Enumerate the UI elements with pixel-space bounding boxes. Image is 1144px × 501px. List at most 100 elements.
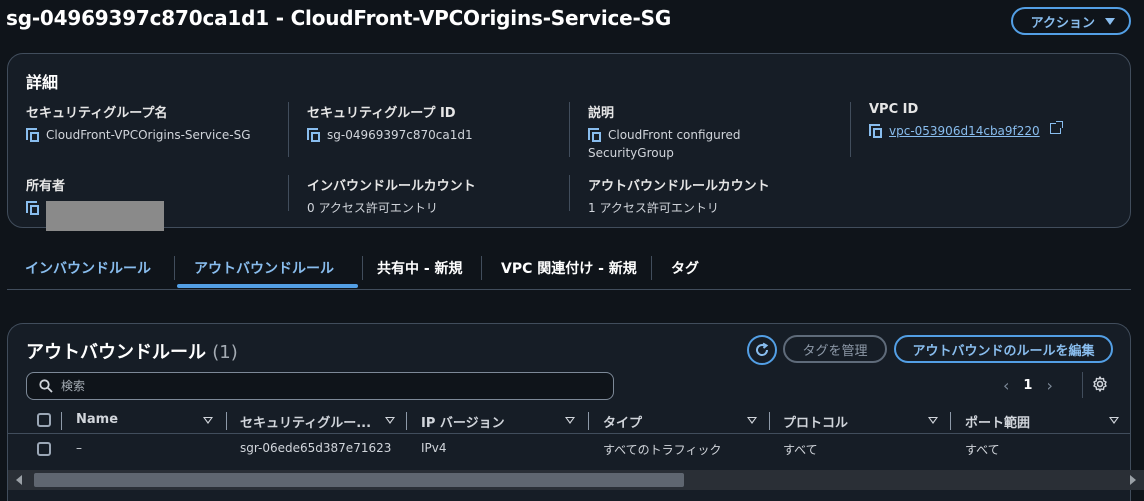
sort-icon[interactable] xyxy=(747,417,757,424)
redacted-owner xyxy=(46,201,164,231)
column-divider xyxy=(950,412,951,430)
tab-divider xyxy=(651,256,652,280)
panel-title: アウトバウンドルール (1) xyxy=(26,338,238,364)
security-group-page: sg-04969397c870ca1d1 - CloudFront-VPCOri… xyxy=(0,0,1144,501)
gear-icon xyxy=(1093,376,1107,392)
sg-id-value: sg-04969397c870ca1d1 xyxy=(327,128,473,142)
actions-button-label: アクション xyxy=(1030,15,1095,31)
inbound-count-field: インバウンドルールカウント 0 アクセス許可エントリ xyxy=(307,175,476,217)
copy-icon[interactable] xyxy=(869,124,883,138)
divider xyxy=(288,102,289,157)
outbound-count-value: 1 アクセス許可エントリ xyxy=(588,201,719,215)
page-title: sg-04969397c870ca1d1 - CloudFront-VPCOri… xyxy=(6,6,672,30)
description-line1: CloudFront configured xyxy=(608,128,741,142)
owner-label: 所有者 xyxy=(26,179,66,194)
outbound-count-field: アウトバウンドルールカウント 1 アクセス許可エントリ xyxy=(588,175,770,217)
column-divider xyxy=(588,412,589,430)
sg-name-value-row: CloudFront-VPCOrigins-Service-SG xyxy=(26,126,251,144)
edit-outbound-rules-button[interactable]: アウトバウンドのルールを編集 xyxy=(894,335,1113,363)
tab-sharing[interactable]: 共有中 - 新規 xyxy=(377,258,463,278)
tab-divider xyxy=(174,256,175,280)
settings-gear-icon[interactable] xyxy=(1092,376,1108,396)
rule-count: (1) xyxy=(212,342,238,363)
tab-outbound-rules[interactable]: アウトバウンドルール xyxy=(194,258,334,278)
divider xyxy=(569,175,570,211)
active-tab-indicator xyxy=(177,284,358,288)
sort-icon[interactable] xyxy=(385,417,395,424)
sg-id-label: セキュリティグループ ID xyxy=(307,106,456,121)
copy-icon[interactable] xyxy=(26,201,40,215)
manage-tags-button[interactable]: タグを管理 xyxy=(783,335,887,363)
tab-divider xyxy=(362,256,363,280)
description-line2: SecurityGroup xyxy=(588,146,674,160)
external-link-icon xyxy=(1049,121,1063,134)
outbound-rules-panel: アウトバウンドルール (1) タグを管理 アウトバウンドのルールを編集 ‹ 1 … xyxy=(7,323,1144,501)
column-header-port-range[interactable]: ポート範囲 xyxy=(965,412,1030,431)
scroll-thumb[interactable] xyxy=(34,473,684,487)
copy-icon[interactable] xyxy=(26,128,40,142)
select-all-checkbox[interactable] xyxy=(37,413,51,427)
prev-page-icon[interactable]: ‹ xyxy=(1003,376,1009,395)
divider xyxy=(288,175,289,211)
sort-icon[interactable] xyxy=(1109,417,1119,424)
copy-icon[interactable] xyxy=(588,128,602,142)
next-page-icon[interactable]: › xyxy=(1046,376,1052,395)
actions-button[interactable]: アクション xyxy=(1010,7,1131,35)
scroll-right-icon[interactable] xyxy=(1130,475,1136,485)
panel-title-text: アウトバウンドルール xyxy=(26,342,206,363)
column-divider xyxy=(226,412,227,430)
outbound-count-label: アウトバウンドルールカウント xyxy=(588,179,770,194)
sg-name-label: セキュリティグループ名 xyxy=(26,106,168,121)
cell-port-range: すべて xyxy=(965,443,1000,457)
details-heading: 詳細 xyxy=(26,73,59,92)
description-label: 説明 xyxy=(588,106,615,121)
search-input[interactable] xyxy=(61,379,561,393)
column-header-protocol[interactable]: プロトコル xyxy=(783,412,848,431)
vpc-id-field: VPC ID vpc-053906d14cba9f220 xyxy=(869,102,1063,140)
owner-field: 所有者 xyxy=(26,175,164,231)
details-panel: 詳細 セキュリティグループ名 CloudFront-VPCOrigins-Ser… xyxy=(7,53,1131,231)
table-header: Name セキュリティグルー... IP バージョン タイプ プロトコル ポート… xyxy=(8,408,1130,434)
horizontal-scrollbar[interactable] xyxy=(8,470,1144,490)
column-header-type[interactable]: タイプ xyxy=(603,412,642,431)
sort-icon[interactable] xyxy=(928,417,938,424)
column-divider xyxy=(61,412,62,430)
cell-name: – xyxy=(76,441,82,455)
cell-rule-id: sgr-06ede65d387e71623 xyxy=(240,441,392,455)
cell-ip-version: IPv4 xyxy=(421,441,447,455)
tab-tags[interactable]: タグ xyxy=(671,258,699,278)
table-row[interactable]: – sgr-06ede65d387e71623 IPv4 すべてのトラフィック … xyxy=(8,435,1130,463)
cell-protocol: すべて xyxy=(783,443,818,457)
tab-bar: インバウンドルール アウトバウンドルール 共有中 - 新規 VPC 関連付け -… xyxy=(7,250,1131,290)
search-box[interactable] xyxy=(26,372,614,400)
refresh-icon xyxy=(756,342,769,356)
caret-down-icon xyxy=(1105,17,1115,25)
column-header-ip-version[interactable]: IP バージョン xyxy=(421,412,505,431)
tab-vpc-associations[interactable]: VPC 関連付け - 新規 xyxy=(501,258,637,278)
owner-value-row xyxy=(26,199,164,231)
column-divider xyxy=(769,412,770,430)
inbound-count-label: インバウンドルールカウント xyxy=(307,179,476,194)
description-field: 説明 CloudFront configured SecurityGroup xyxy=(588,102,740,162)
divider xyxy=(569,102,570,157)
sg-id-value-row: sg-04969397c870ca1d1 xyxy=(307,126,473,144)
search-icon xyxy=(39,379,53,393)
tab-inbound-rules[interactable]: インバウンドルール xyxy=(25,258,151,278)
sg-name-value: CloudFront-VPCOrigins-Service-SG xyxy=(46,128,251,142)
sg-name-field: セキュリティグループ名 CloudFront-VPCOrigins-Servic… xyxy=(26,102,251,144)
column-header-rule-id[interactable]: セキュリティグルー... xyxy=(240,412,371,431)
column-header-name[interactable]: Name xyxy=(76,412,118,427)
sort-icon[interactable] xyxy=(565,417,575,424)
copy-icon[interactable] xyxy=(307,128,321,142)
cell-type: すべてのトラフィック xyxy=(603,443,722,457)
sort-icon[interactable] xyxy=(203,417,213,424)
inbound-count-value: 0 アクセス許可エントリ xyxy=(307,201,438,215)
row-checkbox[interactable] xyxy=(37,442,51,456)
current-page[interactable]: 1 xyxy=(1023,378,1032,393)
scroll-left-icon[interactable] xyxy=(16,475,22,485)
vpc-id-value-row: vpc-053906d14cba9f220 xyxy=(869,121,1063,140)
divider xyxy=(850,102,851,157)
vpc-id-link[interactable]: vpc-053906d14cba9f220 xyxy=(889,122,1040,140)
vpc-id-label: VPC ID xyxy=(869,102,919,117)
refresh-button[interactable] xyxy=(747,335,777,365)
